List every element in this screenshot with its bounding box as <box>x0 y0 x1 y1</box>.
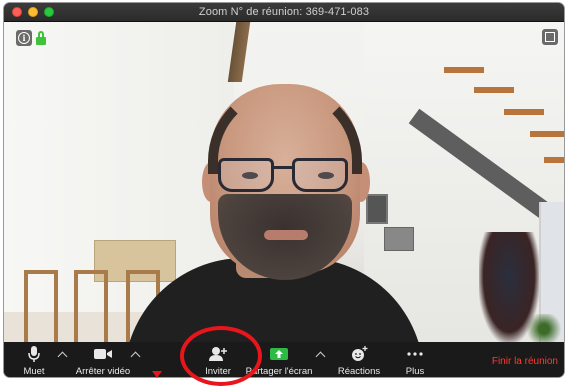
reactions-label: Réactions <box>337 366 381 377</box>
mute-button[interactable]: Muet <box>16 342 52 377</box>
annotation-circle <box>180 326 262 386</box>
more-button[interactable]: Plus <box>400 342 430 377</box>
more-dots-icon <box>406 345 424 363</box>
mute-label: Muet <box>23 366 45 377</box>
window-title: Zoom N° de réunion: 369-471-083 <box>198 6 370 18</box>
stop-video-button[interactable]: Arrêter vidéo <box>72 342 134 377</box>
fullscreen-button[interactable] <box>542 29 558 45</box>
end-meeting-button[interactable]: Finir la réunion <box>492 356 558 367</box>
participant-video <box>124 62 424 342</box>
meeting-toolbar: Muet Arrêter vidéo Inviter Partager l'éc… <box>4 342 564 377</box>
stop-video-label: Arrêter vidéo <box>75 366 131 377</box>
more-label: Plus <box>405 366 425 377</box>
annotation-arrow-icon <box>152 371 162 378</box>
lock-icon[interactable] <box>36 31 46 45</box>
reactions-button[interactable]: Réactions <box>334 342 384 377</box>
share-screen-icon <box>269 345 289 363</box>
video-camera-icon <box>93 345 113 363</box>
zoom-window: Zoom N° de réunion: 369-471-083 i Muet A… <box>4 3 564 377</box>
microphone-icon <box>27 345 41 363</box>
title-bar: Zoom N° de réunion: 369-471-083 <box>4 3 564 22</box>
staircase <box>404 47 564 241</box>
info-icon: i <box>18 32 30 44</box>
video-feed: i <box>4 22 564 342</box>
meeting-info-button[interactable]: i <box>16 30 32 46</box>
audio-options-chevron-icon[interactable] <box>57 351 68 362</box>
smiley-add-icon <box>350 345 368 363</box>
share-options-chevron-icon[interactable] <box>315 351 326 362</box>
